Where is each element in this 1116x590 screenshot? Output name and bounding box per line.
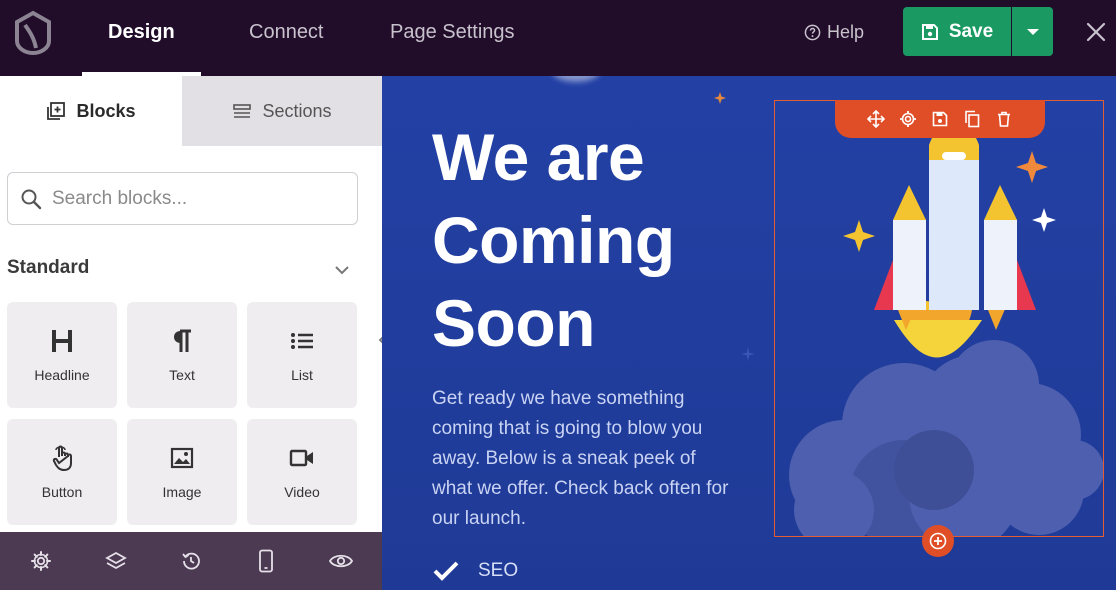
settings-icon[interactable] xyxy=(28,548,54,574)
save-icon xyxy=(921,23,938,40)
panel-footer xyxy=(0,532,382,590)
block-label: List xyxy=(291,367,313,383)
headline-line: Coming xyxy=(432,203,675,277)
hero-body-text[interactable]: Get ready we have something coming that … xyxy=(432,384,732,534)
feature-label: SEO xyxy=(478,560,519,581)
tab-blocks[interactable]: Blocks xyxy=(0,76,182,146)
headline-line: We are xyxy=(432,120,645,194)
save-button[interactable]: Save xyxy=(903,7,1011,56)
delete-icon[interactable] xyxy=(995,110,1013,128)
help-icon xyxy=(804,24,821,40)
block-headline[interactable]: Headline xyxy=(7,302,117,408)
checkmark-icon xyxy=(433,561,459,581)
top-bar: Design Connect Page Settings Help Save xyxy=(0,0,1116,76)
help-label: Help xyxy=(827,21,865,42)
blocks-icon xyxy=(47,102,66,120)
tab-page-settings[interactable]: Page Settings xyxy=(390,0,515,76)
paragraph-icon xyxy=(168,327,196,355)
feature-item[interactable]: SEO xyxy=(432,560,518,582)
selected-block-frame xyxy=(774,100,1104,537)
blocks-panel: Blocks Sections Standard Headline Te xyxy=(0,76,382,590)
save-options-dropdown[interactable] xyxy=(1012,7,1053,56)
caret-down-icon xyxy=(1026,28,1039,35)
pointer-hand-icon xyxy=(48,444,76,472)
mobile-preview-icon[interactable] xyxy=(253,548,279,574)
tab-connect[interactable]: Connect xyxy=(249,0,324,76)
layers-icon[interactable] xyxy=(103,548,129,574)
block-label: Image xyxy=(162,484,202,500)
image-icon xyxy=(168,444,196,472)
seedprod-logo[interactable] xyxy=(12,10,54,56)
search-input[interactable] xyxy=(52,187,332,210)
hero-headline[interactable]: We are Coming Soon xyxy=(432,116,675,365)
moon-glow xyxy=(552,76,600,82)
search-icon xyxy=(21,189,42,209)
block-toolbar xyxy=(835,100,1045,138)
block-label: Button xyxy=(41,484,83,500)
close-icon[interactable] xyxy=(1084,20,1108,44)
block-label: Video xyxy=(284,484,320,500)
sparkle-decoration xyxy=(741,347,755,361)
video-icon xyxy=(288,444,316,472)
block-grid: Headline Text List Button Image Video xyxy=(7,302,358,525)
help-button[interactable]: Help xyxy=(804,20,864,44)
page-canvas: We are Coming Soon Get ready we have som… xyxy=(382,76,1116,590)
sections-icon xyxy=(233,104,252,118)
tab-sections-label: Sections xyxy=(262,100,332,121)
block-button[interactable]: Button xyxy=(7,419,117,525)
save-label: Save xyxy=(948,20,994,42)
duplicate-icon[interactable] xyxy=(963,110,981,128)
block-text[interactable]: Text xyxy=(127,302,237,408)
move-icon[interactable] xyxy=(867,110,885,128)
block-list[interactable]: List xyxy=(247,302,357,408)
block-label: Headline xyxy=(34,367,90,383)
group-title-standard: Standard xyxy=(7,257,90,278)
search-box xyxy=(7,172,358,225)
headline-icon xyxy=(48,327,76,355)
block-image[interactable]: Image xyxy=(127,419,237,525)
tab-design[interactable]: Design xyxy=(82,0,201,76)
headline-line: Soon xyxy=(432,286,595,360)
tab-blocks-label: Blocks xyxy=(76,100,136,121)
block-label: Text xyxy=(169,367,195,383)
sparkle-decoration xyxy=(714,92,726,104)
plus-circle-icon xyxy=(929,532,947,550)
tab-sections[interactable]: Sections xyxy=(182,76,382,146)
settings-icon[interactable] xyxy=(899,110,917,128)
chevron-down-icon[interactable] xyxy=(332,260,352,280)
save-icon[interactable] xyxy=(931,110,949,128)
list-icon xyxy=(288,327,316,355)
block-video[interactable]: Video xyxy=(247,419,357,525)
history-icon[interactable] xyxy=(178,548,204,574)
preview-eye-icon[interactable] xyxy=(328,548,354,574)
add-block-button[interactable] xyxy=(922,525,954,557)
